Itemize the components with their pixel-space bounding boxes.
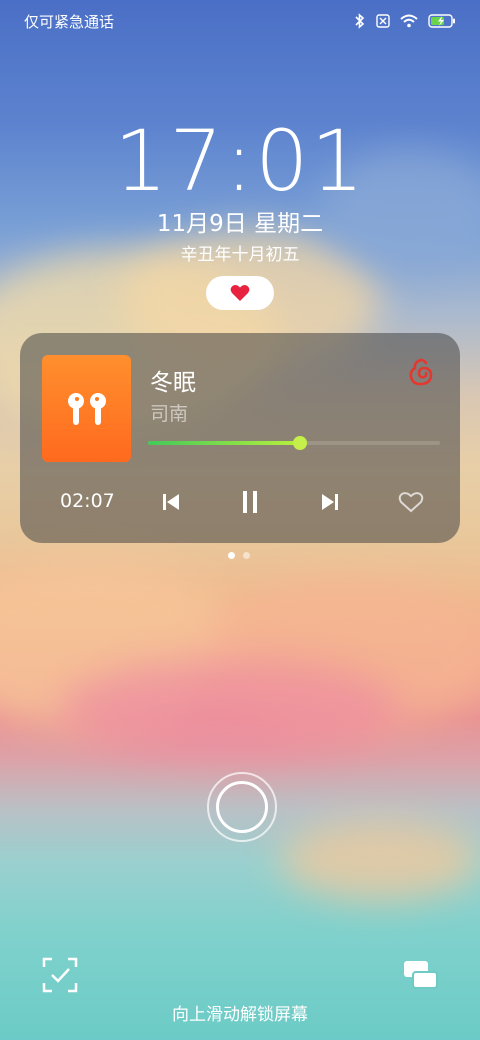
wifi-icon xyxy=(400,14,418,28)
progress-fill xyxy=(148,441,300,445)
earbuds-icon xyxy=(67,392,106,425)
clock-time: 17:01 xyxy=(113,112,367,210)
bluetooth-icon xyxy=(355,13,365,29)
cards-icon xyxy=(404,961,438,989)
album-cover[interactable] xyxy=(42,355,131,462)
page-dot xyxy=(243,552,250,559)
unlock-circle xyxy=(216,781,268,833)
sim-none-icon xyxy=(376,14,390,28)
elapsed-time: 02:07 xyxy=(60,490,115,512)
artist-name: 司南 xyxy=(150,403,189,425)
like-heart-icon xyxy=(398,492,424,513)
like-button[interactable] xyxy=(398,489,424,515)
music-player-card[interactable]: 冬眠 司南 02:07 xyxy=(20,333,460,543)
unlock-button[interactable] xyxy=(207,772,277,842)
status-bar: 仅可紧急通话 xyxy=(24,8,456,34)
next-icon xyxy=(322,494,338,510)
scan-check-icon xyxy=(42,957,78,993)
heart-icon xyxy=(230,285,250,301)
progress-knob[interactable] xyxy=(292,436,307,450)
netease-music-icon[interactable] xyxy=(406,357,436,387)
battery-charging-icon xyxy=(428,14,455,28)
date-text: 11月9日 星期二 xyxy=(156,211,324,237)
scan-button[interactable] xyxy=(42,957,78,997)
unlock-hint-text: 向上滑动解锁屏幕 xyxy=(172,1005,308,1025)
lunar-date-text: 辛丑年十月初五 xyxy=(180,245,300,265)
pause-button[interactable] xyxy=(237,489,263,515)
previous-icon xyxy=(163,494,179,510)
page-dot-active xyxy=(228,552,235,559)
page-indicator xyxy=(228,552,250,559)
carrier-text: 仅可紧急通话 xyxy=(24,12,115,31)
song-title: 冬眠 xyxy=(150,370,196,396)
previous-button[interactable] xyxy=(158,489,184,515)
heart-widget-button[interactable] xyxy=(206,276,274,310)
cards-button[interactable] xyxy=(403,958,439,996)
progress-bar[interactable] xyxy=(148,436,440,450)
next-button[interactable] xyxy=(317,489,343,515)
pause-icon xyxy=(243,491,257,513)
